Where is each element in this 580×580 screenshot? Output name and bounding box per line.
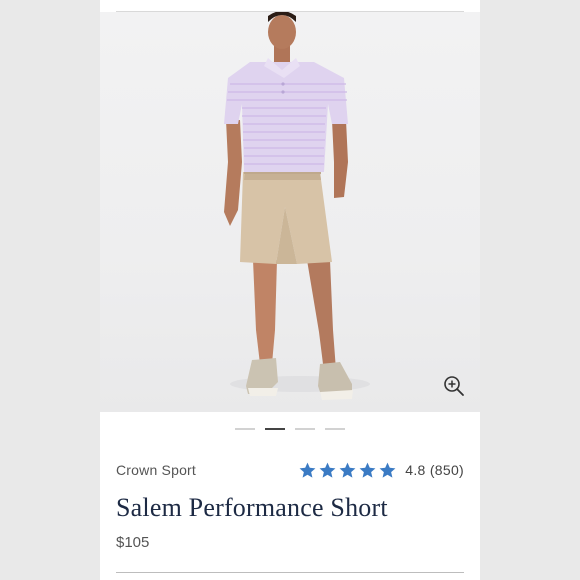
- gallery-dot[interactable]: [295, 428, 315, 430]
- bottom-divider: [116, 572, 464, 573]
- star-rating: [298, 461, 397, 480]
- gallery-dot[interactable]: [235, 428, 255, 430]
- rating-value: 4.8 (850): [405, 462, 464, 478]
- star-icon: [359, 462, 376, 478]
- product-image[interactable]: [100, 12, 480, 412]
- product-card: Crown Sport 4.8 (850) Salem Performance …: [100, 0, 480, 580]
- star-icon: [319, 462, 336, 478]
- background-left: [0, 0, 100, 580]
- background-right: [480, 0, 580, 580]
- gallery-pagination: [100, 428, 480, 430]
- brand-name[interactable]: Crown Sport: [116, 462, 196, 478]
- product-price: $105: [116, 534, 150, 551]
- product-photo-illustration: [224, 12, 370, 400]
- product-meta-row: Crown Sport 4.8 (850): [116, 460, 464, 480]
- gallery-dot[interactable]: [325, 428, 345, 430]
- zoom-in-button[interactable]: [442, 374, 466, 398]
- zoom-in-icon: [444, 376, 464, 396]
- star-icon: [339, 462, 356, 478]
- gallery-dot-active[interactable]: [265, 428, 285, 430]
- star-icon: [379, 462, 396, 478]
- rating[interactable]: 4.8 (850): [298, 461, 464, 480]
- star-icon: [299, 462, 316, 478]
- product-title: Salem Performance Short: [116, 493, 388, 522]
